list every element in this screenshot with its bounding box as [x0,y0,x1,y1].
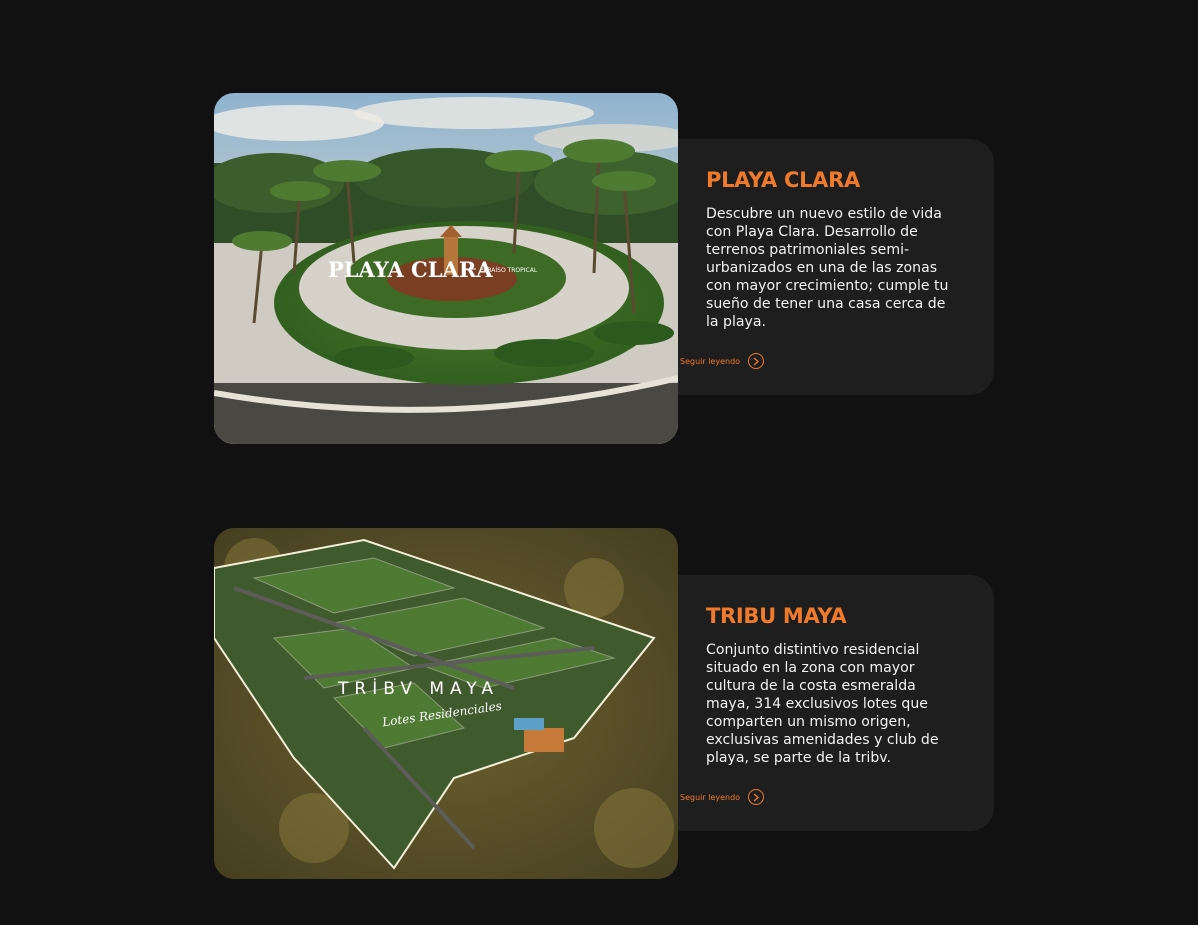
project-title: TRIBU MAYA [706,604,847,628]
project-description: Conjunto distintivo residencial situado … [706,642,939,766]
read-more-label: Seguir leyendo [680,792,741,802]
project-card: PLAYA CLARA Descubre un nuevo estilo de … [654,139,994,395]
project-title: PLAYA CLARA [706,168,860,192]
chevron-right-circle-icon [748,789,765,805]
read-more-label: Seguir leyendo [680,356,741,366]
project-card: TRIBU MAYA Conjunto distintivo residenci… [654,575,994,831]
image-tagline: PARAÍSO TROPICAL [480,267,538,274]
chevron-right-circle-icon [748,353,765,369]
read-more-link[interactable]: Seguir leyendo [680,353,765,369]
project-image: TRİBV MAYA Lotes Residenciales [214,528,678,879]
project-image: PLAYA CLARA PARAÍSO TROPICAL [214,93,678,444]
image-logo: TRİBV MAYA [337,678,499,699]
read-more-link[interactable]: Seguir leyendo [680,789,765,805]
project-description: Descubre un nuevo estilo de vida con Pla… [706,206,949,330]
